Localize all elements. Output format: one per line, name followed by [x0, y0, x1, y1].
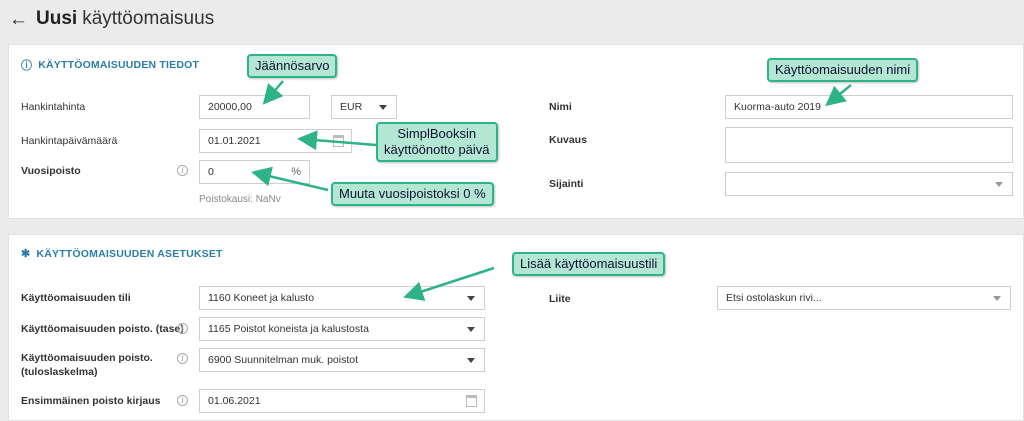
- purchase-date-input[interactable]: 01.01.2021: [199, 129, 352, 153]
- settings-title-text: KÄYTTÖOMAISUUDEN ASETUKSET: [36, 247, 223, 260]
- currency-select[interactable]: EUR: [331, 95, 397, 119]
- calendar-icon[interactable]: [333, 135, 344, 147]
- info-icon[interactable]: i: [177, 353, 188, 364]
- callout-zero-depr: Muuta vuosipoistoksi 0 %: [331, 182, 494, 206]
- location-select[interactable]: [725, 172, 1013, 196]
- info-circle-icon: ⓘ: [21, 60, 33, 72]
- callout-residual: Jäännösarvo: [247, 54, 338, 78]
- depr-balance-select[interactable]: 1165 Poistot koneista ja kalustosta: [199, 317, 485, 341]
- asset-account-label: Käyttöomaisuuden tili: [21, 292, 131, 304]
- info-icon[interactable]: i: [177, 395, 188, 406]
- asset-account-value: 1160 Koneet ja kalusto: [208, 292, 315, 304]
- first-entry-label: Ensimmäinen poisto kirjaus: [21, 395, 161, 407]
- chevron-down-icon: [467, 358, 475, 363]
- callout-residual-text: Jäännösarvo: [255, 58, 330, 73]
- first-entry-input[interactable]: 01.06.2021: [199, 389, 485, 413]
- page-title-bold: Uusi: [36, 8, 78, 29]
- callout-simplbooks-line2: käyttöönotto päivä: [384, 142, 490, 157]
- page-header: ← Uusi käyttöomaisuus: [0, 0, 1024, 38]
- description-input[interactable]: [725, 127, 1013, 163]
- attachment-placeholder: Etsi ostolaskun rivi...: [726, 292, 822, 304]
- details-section-title: ⓘ KÄYTTÖOMAISUUDEN TIEDOT: [21, 57, 199, 73]
- callout-zero-depr-text: Muuta vuosipoistoksi 0 %: [339, 186, 486, 201]
- chevron-down-icon: [379, 105, 387, 110]
- arrow-left-icon[interactable]: ←: [9, 10, 28, 29]
- info-icon[interactable]: i: [177, 165, 188, 176]
- callout-add-account: Lisää käyttöomaisuustili: [512, 252, 666, 276]
- asset-account-select[interactable]: 1160 Koneet ja kalusto: [199, 286, 485, 310]
- info-icon[interactable]: i: [177, 323, 188, 334]
- depr-balance-value: 1165 Poistot koneista ja kalustosta: [208, 323, 369, 335]
- depreciation-label: Vuosipoisto: [21, 165, 81, 177]
- callout-add-account-text: Lisää käyttöomaisuustili: [520, 256, 658, 271]
- purchase-price-label: Hankintahinta: [21, 101, 86, 113]
- purchase-date-value: 01.01.2021: [208, 135, 261, 147]
- details-title-text: KÄYTTÖOMAISUUDEN TIEDOT: [38, 59, 200, 71]
- callout-simplbooks-line1: SimplBooksin: [397, 126, 477, 141]
- calendar-icon[interactable]: [466, 395, 477, 407]
- purchase-date-label: Hankintapäivämäärä: [21, 135, 118, 147]
- depr-balance-label: Käyttöomaisuuden poisto. (tase): [21, 323, 184, 335]
- first-entry-value: 01.06.2021: [208, 395, 261, 407]
- depr-income-label-line1: Käyttöomaisuuden poisto.: [21, 352, 153, 364]
- currency-value: EUR: [340, 101, 363, 113]
- attachment-select[interactable]: Etsi ostolaskun rivi...: [717, 286, 1011, 310]
- settings-section-title: ✱ KÄYTTÖOMAISUUDEN ASETUKSET: [21, 247, 223, 261]
- chevron-down-icon: [467, 327, 475, 332]
- page-title-rest: käyttöomaisuus: [82, 8, 215, 29]
- depreciation-period-note: Poistokausi: NaNv: [199, 194, 281, 205]
- purchase-price-input[interactable]: 20000,00: [199, 95, 310, 119]
- depreciation-value: 0: [208, 166, 214, 178]
- name-label: Nimi: [549, 101, 572, 113]
- chevron-down-icon: [993, 296, 1001, 301]
- name-input[interactable]: Kuorma-auto 2019: [725, 95, 1013, 119]
- location-label: Sijainti: [549, 178, 584, 190]
- callout-asset-name: Käyttöomaisuuden nimi: [767, 58, 919, 82]
- callout-asset-name-text: Käyttöomaisuuden nimi: [775, 62, 911, 77]
- depr-income-select[interactable]: 6900 Suunnitelman muk. poistot: [199, 348, 485, 372]
- chevron-down-icon: [467, 296, 475, 301]
- purchase-price-value: 20000,00: [208, 101, 252, 113]
- chevron-down-icon: [995, 182, 1003, 187]
- gear-icon: ✱: [21, 248, 31, 260]
- depr-income-label-line2: (tuloslaskelma): [21, 366, 98, 378]
- callout-simplbooks: SimplBooksin käyttöönotto päivä: [376, 122, 498, 162]
- percent-suffix: %: [291, 166, 301, 178]
- attachment-label: Liite: [549, 293, 571, 305]
- depreciation-input[interactable]: 0 %: [199, 160, 310, 184]
- depr-income-value: 6900 Suunnitelman muk. poistot: [208, 354, 359, 366]
- description-label: Kuvaus: [549, 134, 587, 146]
- name-value: Kuorma-auto 2019: [734, 101, 821, 113]
